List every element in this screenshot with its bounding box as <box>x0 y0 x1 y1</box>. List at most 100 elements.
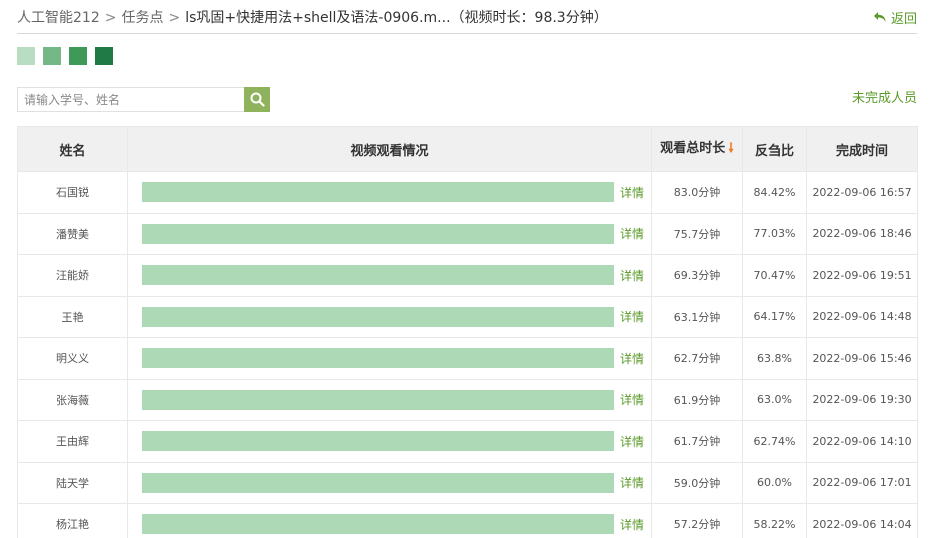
detail-link[interactable]: 详情 <box>620 267 644 284</box>
total-watch-time: 69.3分钟 <box>651 254 743 297</box>
watch-progress-cell: 详情 <box>127 420 652 463</box>
review-ratio: 60.0% <box>742 461 807 504</box>
review-ratio: 64.17% <box>742 295 807 338</box>
finish-time: 2022-09-06 14:04 <box>806 503 918 538</box>
col-header-name: 姓名 <box>17 126 128 172</box>
watch-progress-bar <box>142 348 614 369</box>
detail-link[interactable]: 详情 <box>620 308 644 325</box>
total-watch-time: 61.9分钟 <box>651 378 743 421</box>
back-button[interactable]: 返回 <box>873 8 917 27</box>
review-ratio: 84.42% <box>742 171 807 214</box>
student-name: 杨江艳 <box>17 503 128 538</box>
watch-progress-cell: 详情 <box>127 295 652 338</box>
search-bar <box>17 87 270 112</box>
detail-link[interactable]: 详情 <box>620 391 644 408</box>
detail-link[interactable]: 详情 <box>620 184 644 201</box>
col-header-ratio: 反刍比 <box>742 126 807 172</box>
total-watch-time: 83.0分钟 <box>651 171 743 214</box>
watch-progress-bar <box>142 431 614 452</box>
unfinished-members-link[interactable]: 未完成人员 <box>852 87 917 106</box>
table-row: 汪能娇 详情 69.3分钟 70.47% 2022-09-06 19:51 <box>17 254 918 297</box>
watch-progress-cell: 详情 <box>127 378 652 421</box>
watch-progress-fill <box>142 431 614 452</box>
legend-swatch-4 <box>95 47 113 65</box>
watch-progress-bar <box>142 514 614 535</box>
watch-progress-bar <box>142 182 614 203</box>
student-name: 张海薇 <box>17 378 128 421</box>
watch-progress-cell: 详情 <box>127 503 652 538</box>
return-arrow-icon <box>873 12 886 22</box>
student-name: 王艳 <box>17 295 128 338</box>
watch-progress-bar <box>142 223 614 244</box>
breadcrumb-section-link[interactable]: 任务点 <box>121 10 163 26</box>
table-row: 王艳 详情 63.1分钟 64.17% 2022-09-06 14:48 <box>17 295 918 338</box>
detail-link[interactable]: 详情 <box>620 350 644 367</box>
detail-link[interactable]: 详情 <box>620 225 644 242</box>
table-header-row: 姓名 视频观看情况 观看总时长 🠗 反刍比 完成时间 <box>17 126 918 172</box>
table-row: 张海薇 详情 61.9分钟 63.0% 2022-09-06 19:30 <box>17 378 918 421</box>
table-row: 明义义 详情 62.7分钟 63.8% 2022-09-06 15:46 <box>17 337 918 380</box>
detail-link[interactable]: 详情 <box>620 433 644 450</box>
table-row: 潘赞美 详情 75.7分钟 77.03% 2022-09-06 18:46 <box>17 212 918 255</box>
total-watch-time: 63.1分钟 <box>651 295 743 338</box>
progress-legend <box>17 47 121 65</box>
finish-time: 2022-09-06 19:51 <box>806 254 918 297</box>
table-row: 陆天学 详情 59.0分钟 60.0% 2022-09-06 17:01 <box>17 461 918 504</box>
review-ratio: 62.74% <box>742 420 807 463</box>
review-ratio: 70.47% <box>742 254 807 297</box>
finish-time: 2022-09-06 15:46 <box>806 337 918 380</box>
breadcrumb-course-link[interactable]: 人工智能212 <box>17 10 100 26</box>
finish-time: 2022-09-06 14:48 <box>806 295 918 338</box>
col-header-watch: 视频观看情况 <box>127 126 652 172</box>
total-watch-time: 59.0分钟 <box>651 461 743 504</box>
student-name: 明义义 <box>17 337 128 380</box>
legend-swatch-2 <box>43 47 61 65</box>
watch-progress-bar <box>142 389 614 410</box>
total-watch-time: 62.7分钟 <box>651 337 743 380</box>
watch-progress-fill <box>142 265 614 286</box>
review-ratio: 63.8% <box>742 337 807 380</box>
watch-progress-bar <box>142 472 614 493</box>
table-row: 王由辉 详情 61.7分钟 62.74% 2022-09-06 14:10 <box>17 420 918 463</box>
watch-progress-cell: 详情 <box>127 254 652 297</box>
video-duration-note: （视频时长：98.3分钟） <box>450 9 608 26</box>
watch-progress-fill <box>142 182 614 203</box>
watch-progress-cell: 详情 <box>127 212 652 255</box>
review-ratio: 77.03% <box>742 212 807 255</box>
watch-progress-bar <box>142 265 614 286</box>
finish-time: 2022-09-06 17:01 <box>806 461 918 504</box>
breadcrumb-current: ls巩固+快捷用法+shell及语法-0906.m... <box>185 9 451 26</box>
finish-time: 2022-09-06 19:30 <box>806 378 918 421</box>
review-ratio: 63.0% <box>742 378 807 421</box>
detail-link[interactable]: 详情 <box>620 516 644 533</box>
search-input[interactable] <box>17 87 244 112</box>
watch-progress-fill <box>142 306 614 327</box>
finish-time: 2022-09-06 16:57 <box>806 171 918 214</box>
student-name: 石国锐 <box>17 171 128 214</box>
review-ratio: 58.22% <box>742 503 807 538</box>
search-icon <box>250 92 265 107</box>
search-button[interactable] <box>244 87 270 112</box>
table-row: 石国锐 详情 83.0分钟 84.42% 2022-09-06 16:57 <box>17 171 918 214</box>
breadcrumb: 人工智能212 > 任务点 > ls巩固+快捷用法+shell及语法-0906.m...… <box>17 7 608 27</box>
detail-link[interactable]: 详情 <box>620 474 644 491</box>
breadcrumb-separator: > <box>168 9 181 26</box>
finish-time: 2022-09-06 18:46 <box>806 212 918 255</box>
breadcrumb-separator: > <box>104 9 117 26</box>
watch-table: 姓名 视频观看情况 观看总时长 🠗 反刍比 完成时间 石国锐 详情 83.0分钟 84.… <box>17 126 918 538</box>
watch-progress-bar <box>142 306 614 327</box>
sort-down-arrow-icon: 🠗 <box>728 141 734 156</box>
watch-progress-fill <box>142 514 614 535</box>
top-bar: 人工智能212 > 任务点 > ls巩固+快捷用法+shell及语法-0906.m...… <box>17 0 917 34</box>
watch-progress-cell: 详情 <box>127 171 652 214</box>
student-name: 陆天学 <box>17 461 128 504</box>
watch-progress-fill <box>142 472 614 493</box>
col-header-total-sort[interactable]: 观看总时长 🠗 <box>651 126 743 172</box>
legend-swatch-3 <box>69 47 87 65</box>
watch-progress-fill <box>142 223 614 244</box>
total-watch-time: 57.2分钟 <box>651 503 743 538</box>
student-name: 汪能娇 <box>17 254 128 297</box>
watch-progress-cell: 详情 <box>127 337 652 380</box>
col-header-finish: 完成时间 <box>806 126 918 172</box>
watch-progress-fill <box>142 348 614 369</box>
